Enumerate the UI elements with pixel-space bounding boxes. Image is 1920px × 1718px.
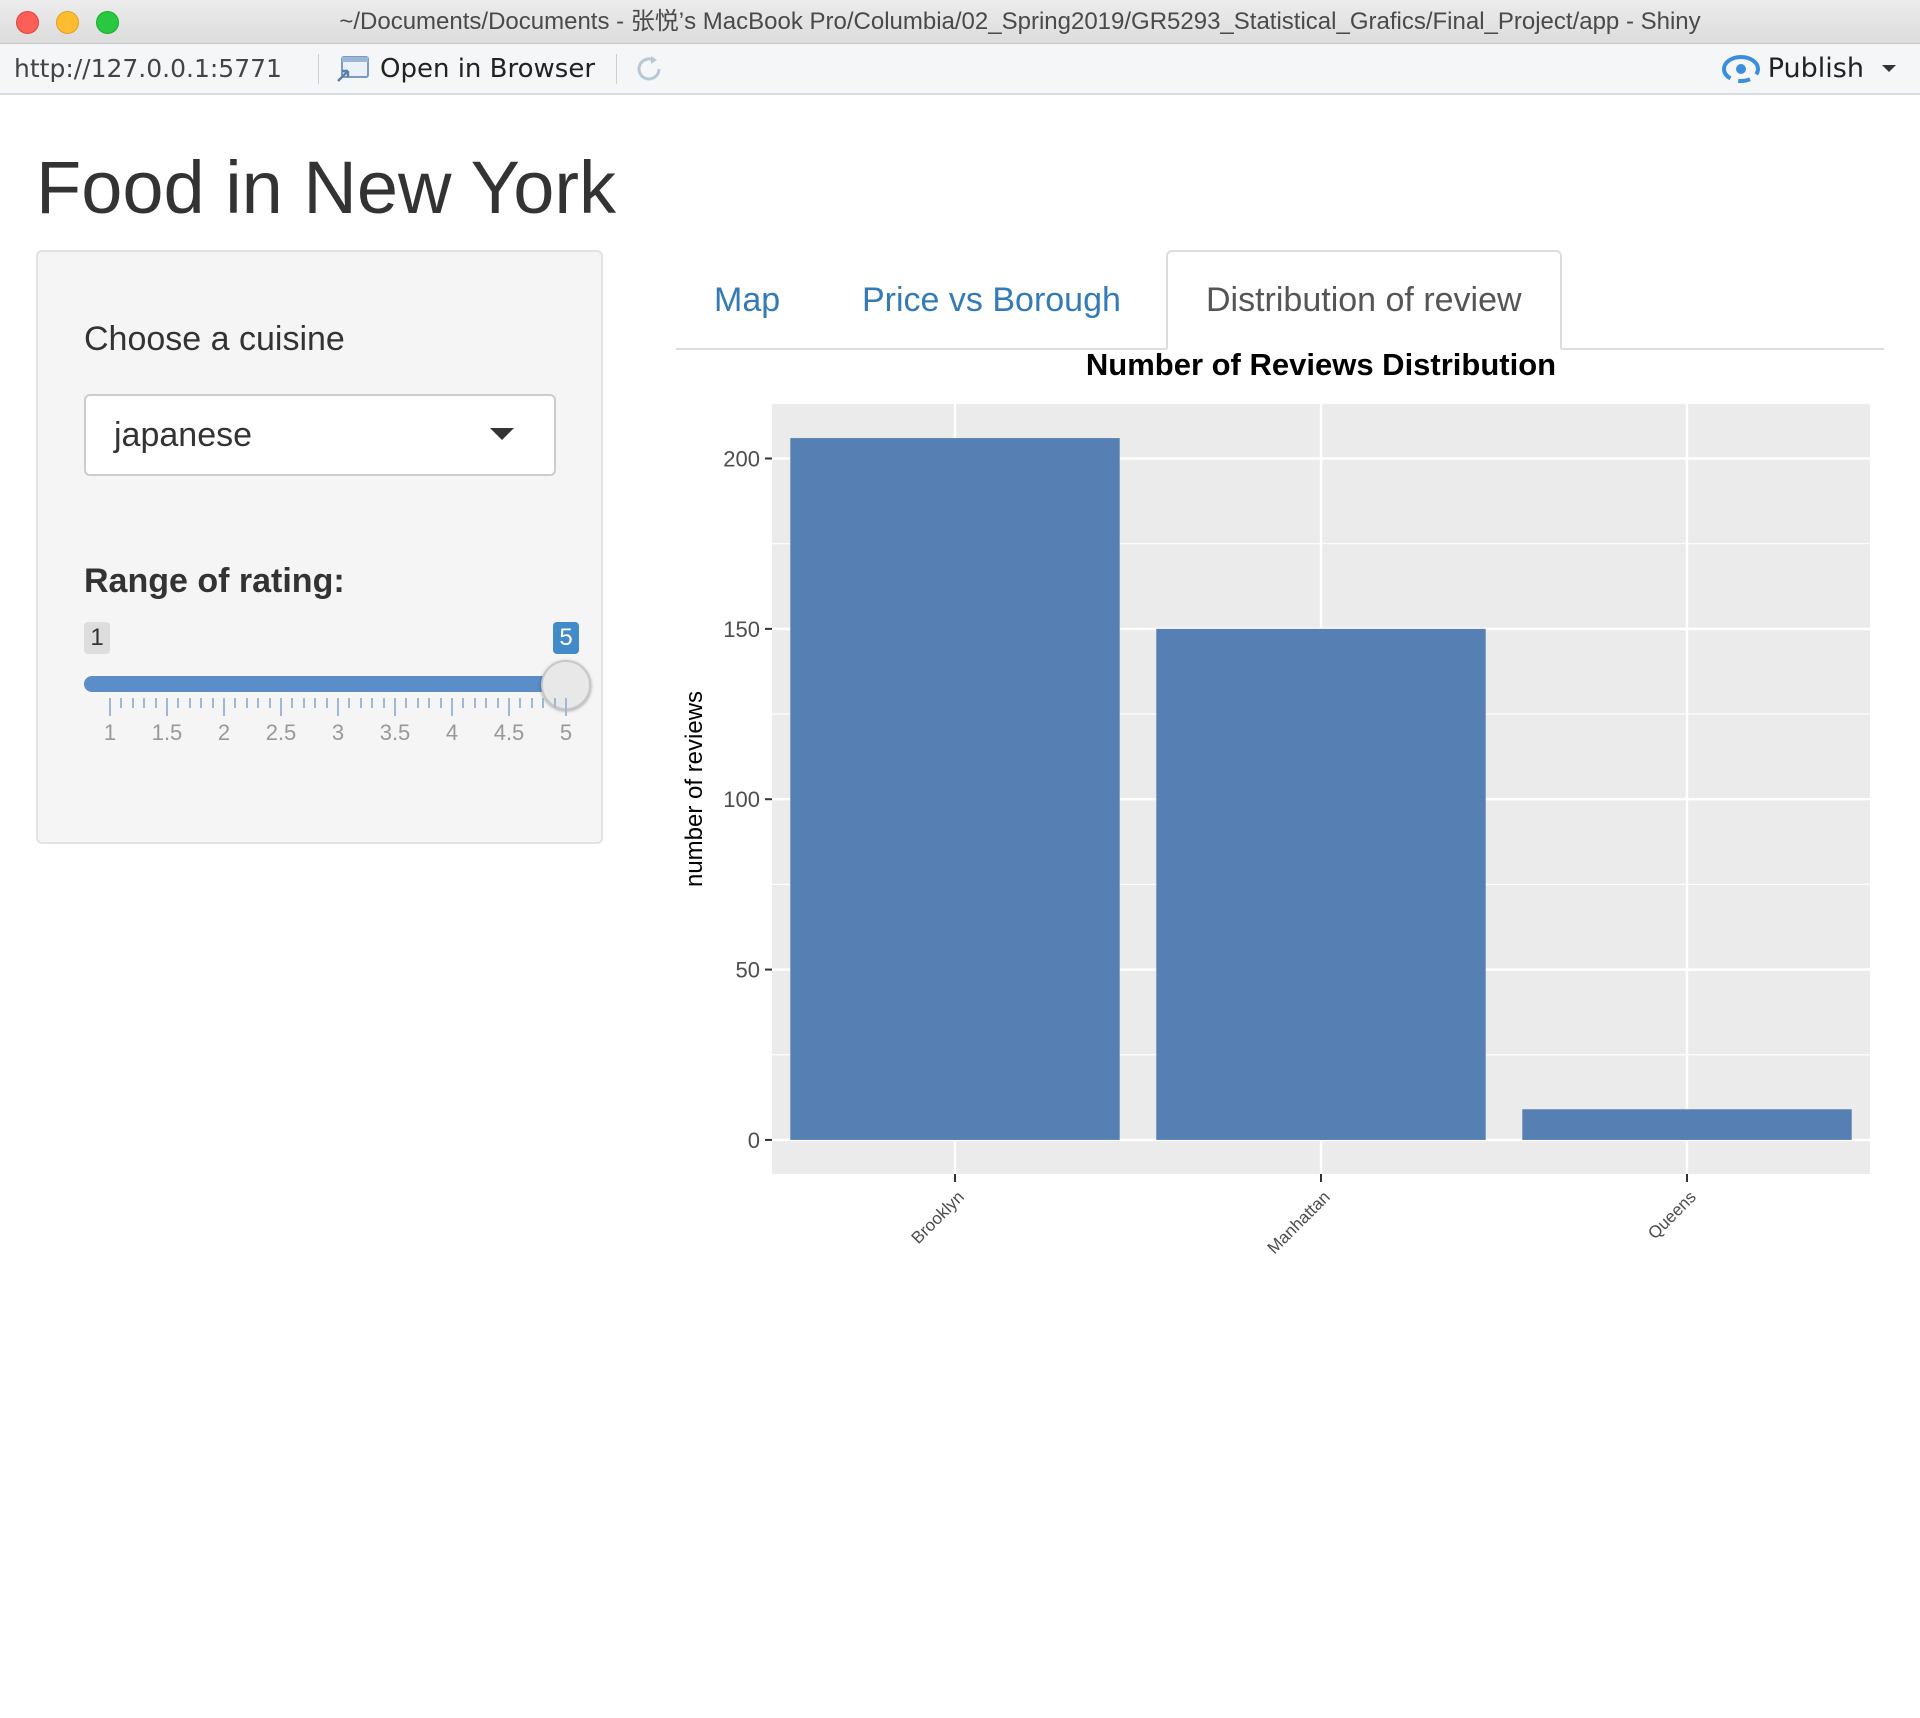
x-tick-label: Queens: [1644, 1187, 1700, 1243]
slider-tick-label: 5: [559, 720, 573, 745]
tabset: Map Price vs Borough Distribution of rev…: [676, 250, 1884, 350]
bar-manhattan: [1156, 628, 1486, 1140]
page-title: Food in New York: [36, 146, 617, 229]
refresh-icon[interactable]: [632, 52, 666, 86]
slider-tick-label: 3.5: [379, 720, 411, 745]
slider-tick: [485, 698, 488, 708]
slider-tick: [439, 698, 442, 708]
slider-tick: [120, 698, 123, 708]
y-tick-label: 100: [723, 787, 760, 812]
cuisine-label: Choose a cuisine: [84, 320, 345, 358]
slider-tick: [416, 698, 419, 708]
slider-tick: [131, 698, 134, 708]
publish-button[interactable]: Publish: [1720, 44, 1896, 93]
slider-tick: [451, 698, 453, 716]
reviews-bar-chart: 0 50 100 150 200 Brooklyn Manhattan Queens Numbe…: [681, 352, 1870, 1258]
rating-range-slider[interactable]: 1 5 1 1.5 2 2.5 3 3.5 4 4.5 5: [84, 620, 591, 770]
slider-tick: [314, 698, 317, 708]
slider-tick: [348, 698, 351, 708]
sidebar-panel: Choose a cuisine japanese Range of ratin…: [36, 250, 603, 844]
cuisine-select[interactable]: japanese: [84, 394, 556, 476]
window-titlebar: ~/Documents/Documents - 张悦’s MacBook Pro…: [0, 0, 1920, 44]
tab-price-vs-borough[interactable]: Price vs Borough: [862, 250, 1121, 350]
slider-max-value: 5: [553, 622, 579, 654]
slider-min-value: 1: [84, 622, 110, 654]
chart-title: Number of Reviews Distribution: [1086, 352, 1556, 382]
url-text[interactable]: http://127.0.0.1:5771: [14, 44, 282, 93]
slider-tick: [519, 698, 522, 708]
open-in-browser-label: Open in Browser: [380, 53, 596, 84]
slider-tick: [405, 698, 408, 708]
browser-window-icon: [337, 55, 369, 82]
x-tick-label: Brooklyn: [908, 1187, 968, 1247]
bar-brooklyn: [790, 438, 1120, 1140]
bar-queens: [1522, 1109, 1852, 1140]
x-tick-label: Manhattan: [1264, 1187, 1334, 1257]
rating-range-label: Range of rating:: [84, 562, 345, 600]
minimize-window-button[interactable]: [56, 11, 79, 34]
slider-tick-label: 1: [103, 720, 117, 745]
tab-map[interactable]: Map: [714, 250, 780, 350]
open-in-browser-button[interactable]: Open in Browser: [336, 44, 595, 93]
slider-tick: [302, 698, 305, 708]
slider-tick: [508, 698, 510, 716]
slider-tick: [530, 698, 533, 708]
slider-tick: [109, 698, 111, 716]
slider-tick: [211, 698, 214, 708]
window-title: ~/Documents/Documents - 张悦’s MacBook Pro…: [339, 8, 1701, 35]
slider-tick: [473, 698, 476, 708]
slider-tick: [394, 698, 396, 716]
slider-selected-range: [84, 676, 566, 692]
slider-tick: [223, 698, 225, 716]
slider-tick: [166, 698, 168, 716]
y-tick-label: 50: [736, 958, 760, 983]
slider-tick-label: 4.5: [493, 720, 525, 745]
slider-ticks: [84, 698, 567, 718]
slider-tick: [234, 698, 237, 708]
slider-tick: [268, 698, 271, 708]
slider-tick: [542, 698, 545, 708]
slider-tick-label: 1.5: [151, 720, 183, 745]
viewer-toolbar: http://127.0.0.1:5771 Open in Browser Pu…: [0, 44, 1920, 95]
slider-tick: [188, 698, 191, 708]
slider-tick: [245, 698, 248, 708]
slider-tick: [382, 698, 385, 708]
slider-tick: [553, 698, 556, 708]
zoom-window-button[interactable]: [96, 11, 119, 34]
slider-tick: [496, 698, 499, 708]
slider-tick: [462, 698, 465, 708]
slider-track[interactable]: [84, 676, 566, 692]
slider-tick-label: 3: [331, 720, 345, 745]
y-tick-label: 200: [723, 447, 760, 472]
slider-tick: [177, 698, 180, 708]
y-tick-label: 150: [723, 617, 760, 642]
y-tick-label: 0: [748, 1128, 760, 1153]
slider-tick: [565, 698, 567, 716]
publish-dropdown-icon[interactable]: [1882, 65, 1896, 72]
chevron-down-icon: [490, 428, 514, 440]
toolbar-divider: [616, 54, 617, 84]
cuisine-selected-value: japanese: [114, 416, 253, 454]
toolbar-divider: [318, 54, 319, 84]
slider-tick: [143, 698, 146, 708]
publish-icon: [1721, 54, 1760, 83]
slider-tick: [337, 698, 339, 716]
slider-tick-label: 4: [445, 720, 459, 745]
slider-tick: [359, 698, 362, 708]
slider-tick-label: 2.5: [265, 720, 297, 745]
slider-tick: [428, 698, 431, 708]
slider-tick: [291, 698, 294, 708]
slider-tick: [325, 698, 328, 708]
slider-tick: [371, 698, 374, 708]
slider-tick-label: 2: [217, 720, 231, 745]
close-window-button[interactable]: [16, 11, 39, 34]
slider-tick: [154, 698, 157, 708]
slider-tick: [257, 698, 260, 708]
tab-distribution-of-review[interactable]: Distribution of review: [1166, 250, 1562, 350]
slider-tick: [280, 698, 282, 716]
slider-tick: [200, 698, 203, 708]
publish-label: Publish: [1767, 53, 1864, 84]
y-axis-title: number of reviews: [681, 691, 708, 887]
